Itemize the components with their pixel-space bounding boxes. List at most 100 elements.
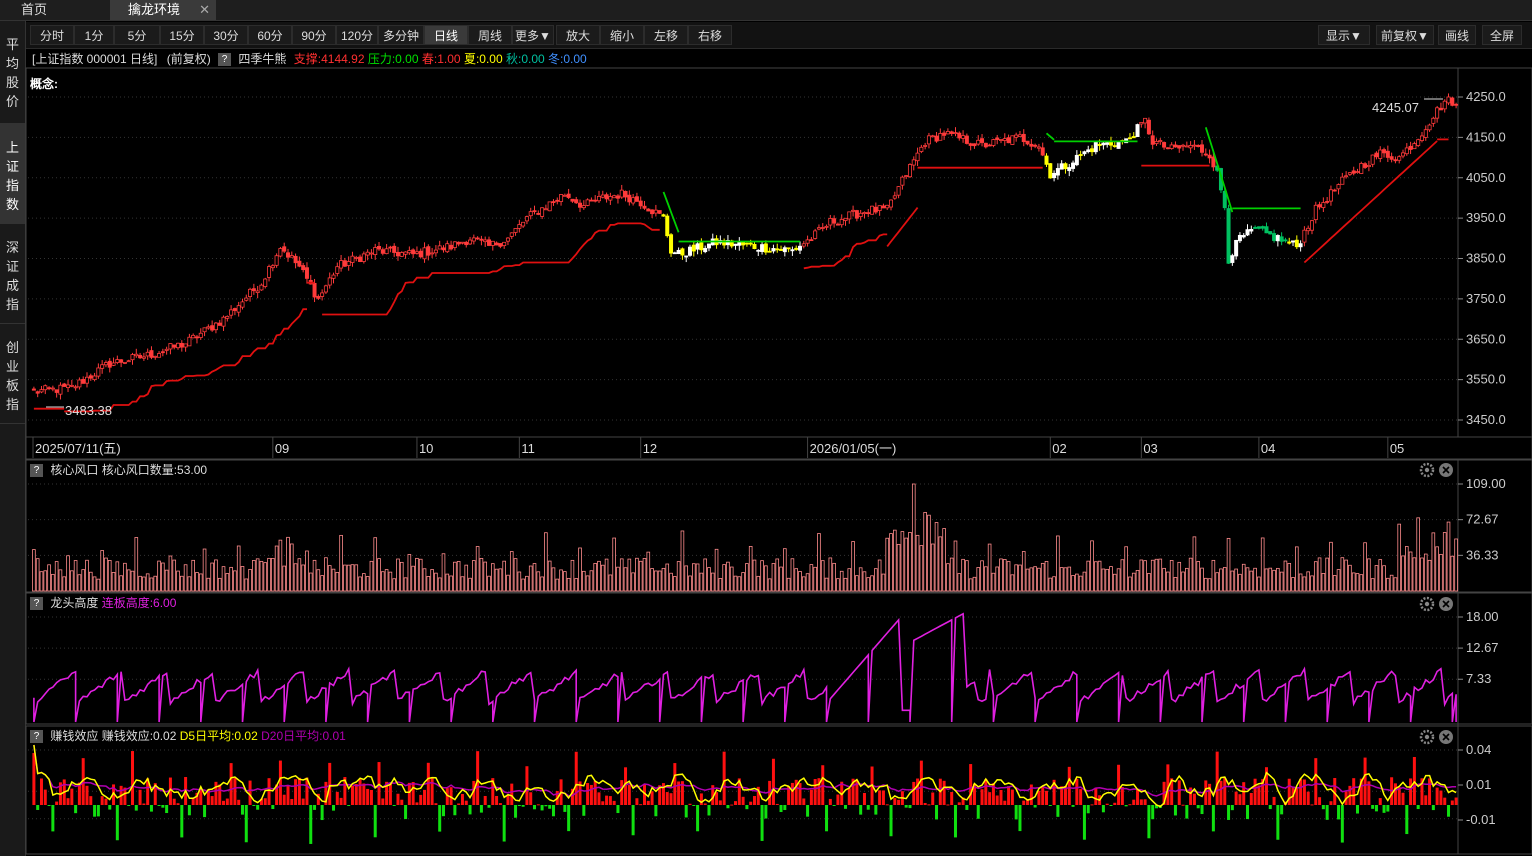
core-wind-bar [1215,572,1219,592]
core-wind-bar [1025,568,1030,592]
candle-body [1272,233,1277,241]
price-tick-label: 4050.0 [1466,170,1506,185]
core-wind-bar [972,576,977,592]
candle-body [873,206,878,213]
profit-bar [1014,805,1018,820]
profit-bar [396,793,400,805]
profit-bar [127,805,131,806]
profit-bar [874,805,878,815]
core-wind-bar [1264,568,1269,592]
core-wind-bar [980,560,984,592]
candle-body [1347,172,1352,175]
profit-bar [995,795,999,805]
candle-body [1275,235,1280,242]
candle-body [896,186,901,196]
profit-bar [1124,805,1128,807]
candle-body [1029,143,1034,147]
candle-body [1309,220,1314,231]
core-wind-bar [1094,561,1098,592]
core-wind-bar [1298,573,1303,592]
profit-bar [1200,805,1204,815]
profit-bar [999,790,1003,805]
candle-body [282,246,287,252]
candle-body [1435,107,1440,119]
date-tick-label: 2026/01/05(一) [810,441,897,456]
candle-body [422,247,427,260]
core-wind-bar [487,575,491,592]
candle-body [62,383,67,387]
candle-body [998,139,1003,141]
core-wind-bar [70,570,74,592]
core-wind-bar [1230,570,1235,592]
candle-body [699,242,704,251]
candle-body [866,212,871,215]
profit-bar [1428,778,1432,805]
profit-bar [1272,796,1276,805]
candle-body [646,208,651,212]
low-price-label: 3483.38 [65,403,112,418]
candle-body [388,246,393,249]
candle-body [1006,137,1011,144]
core-wind-bar [1420,557,1424,592]
profit-bar [381,798,385,805]
core-wind-bar [650,568,654,592]
profit-bar [844,805,848,809]
core-wind-bar [1112,573,1117,592]
kline-chart[interactable]: 4250.0 4150.0 4050.0 3950.0 3850.0 3750.0 3650… [0,0,1532,856]
candle-body [949,131,954,134]
candle-body [835,223,840,226]
core-wind-bar [1283,560,1288,592]
candle-body [1298,243,1303,248]
panel-border [25,67,1532,438]
core-wind-bar [176,570,180,592]
core-wind-bar [1238,573,1242,592]
candle-body [987,144,992,147]
profit-bar [55,801,59,805]
profit-bar [176,803,180,805]
core-wind-bar [1158,558,1163,592]
candle-body [183,343,188,348]
core-wind-bar [183,564,188,592]
core-wind-bar [244,578,249,592]
profit-bar [881,790,885,805]
core-wind-bar [999,558,1003,592]
profit-bar [533,805,537,810]
profit-bar [514,805,518,818]
profit-bar [669,793,673,805]
profit-bar [646,800,650,805]
candle-body [418,250,423,258]
candle-body [706,243,711,249]
profit-bar [1117,764,1121,805]
candle-body [221,316,226,327]
profit-bar [142,803,146,805]
core-wind-bar [286,536,290,592]
candle-body [331,274,336,279]
candle-body [934,135,939,142]
core-wind-bar [870,575,874,592]
profit-bar [832,805,836,806]
profit-bar [536,804,540,806]
profit-bar [783,805,787,811]
candle-body [945,131,950,135]
candle-body [665,215,670,237]
candle-body [540,207,545,217]
profit-bar [1249,792,1253,805]
candle-body [961,135,966,139]
core-wind-bar [1006,561,1011,592]
candle-body [407,250,412,254]
core-wind-bar [415,557,419,592]
core-wind-bar [657,570,662,592]
candle-body [84,376,89,384]
candle-body [441,247,446,251]
core-wind-bar [1037,567,1041,592]
candle-body [164,348,169,351]
core-wind-bar [528,565,533,592]
core-wind-bar [794,568,798,592]
candle-body [771,248,776,252]
profit-bar [1386,805,1390,812]
candle-body [972,143,977,147]
core-wind-bar [1018,564,1022,592]
candle-body [1158,140,1163,143]
candle-body [1165,147,1170,150]
core-wind-bar [339,534,343,592]
